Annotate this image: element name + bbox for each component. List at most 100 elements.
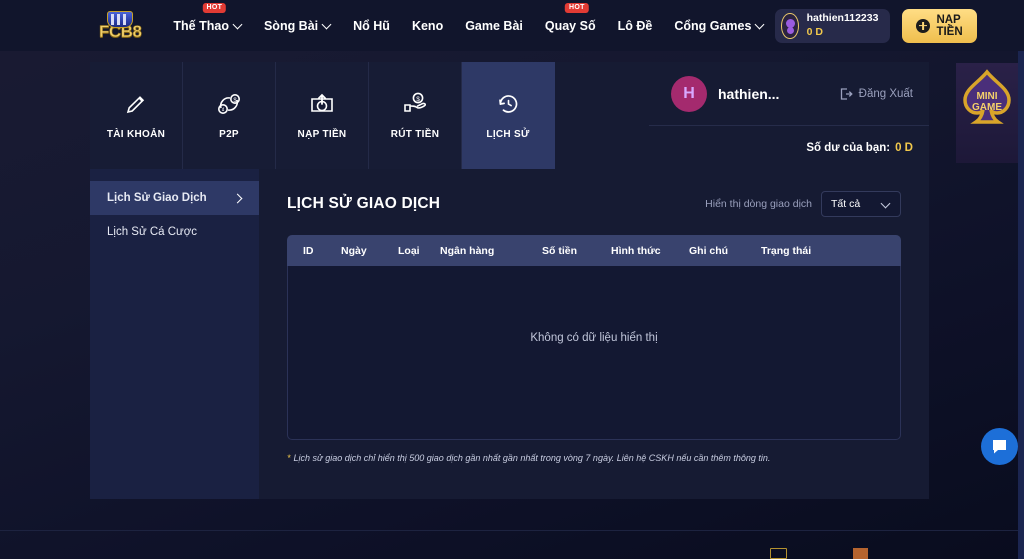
transaction-filter: Hiển thị dòng giao dịch Tất cả — [705, 191, 901, 217]
avatar: H — [671, 75, 707, 112]
column-header: Ngày — [341, 244, 367, 257]
footnote-marker: * — [287, 453, 291, 463]
chevron-down-icon — [234, 21, 242, 29]
chevron-right-icon — [234, 194, 242, 202]
account-identity-row: H hathien... Đăng Xuất — [649, 62, 929, 126]
tab-label: NẠP TIỀN — [297, 129, 347, 140]
content-header: LỊCH SỬ GIAO DỊCH Hiển thị dòng giao dịc… — [287, 189, 901, 219]
top-navigation-bar: FCB8 HOT Thế Thao Sòng Bài Nổ Hũ Keno Game Bà… — [0, 0, 1024, 51]
tab-label: TÀI KHOẢN — [106, 129, 166, 140]
account-panel: TÀI KHOẢN $ ₫ P2P NẠP TIỀN $ RÚT TIỀN LỊCH SỬ H… — [90, 62, 929, 499]
tab-pencil[interactable]: TÀI KHOẢN — [90, 62, 183, 169]
live-chat-button[interactable] — [981, 428, 1018, 465]
nav-item-label: Sòng Bài — [263, 18, 319, 33]
nav-item-label: Game Bài — [465, 18, 523, 33]
nav-item-0[interactable]: HOT Thế Thao — [162, 0, 253, 51]
account-summary-bar: H hathien... Đăng Xuất Số dư của bạn: 0 … — [649, 62, 929, 169]
right-edge-strip — [1018, 0, 1024, 559]
p2p-exchange-icon: $ ₫ — [215, 91, 243, 117]
history-sidebar: Lịch Sử Giao Dịch Lịch Sử Cá Cược — [90, 169, 259, 499]
site-logo[interactable]: FCB8 — [99, 6, 142, 46]
page-root: FCB8 HOT Thế Thao Sòng Bài Nổ Hũ Keno Game Bà… — [0, 0, 1024, 559]
nav-item-4[interactable]: Game Bài — [454, 0, 534, 51]
sidebar-item-label: Lịch Sử Giao Dịch — [107, 192, 207, 204]
panel-body: Lịch Sử Giao Dịch Lịch Sử Cá Cược LỊCH SỬ… — [90, 169, 929, 499]
column-header: Ghi chú — [689, 244, 729, 257]
tab-history-clock[interactable]: LỊCH SỬ — [462, 62, 555, 169]
footer-divider — [0, 530, 1024, 531]
select-value: Tất cả — [831, 198, 861, 210]
nav-item-label: Cổng Games — [674, 18, 752, 33]
column-header: Số tiền — [542, 244, 578, 257]
mini-game-widget[interactable]: MINI GAME — [956, 63, 1018, 163]
table-body: Không có dữ liệu hiển thị — [287, 266, 901, 440]
crest-icon — [107, 11, 134, 28]
tab-label: P2P — [219, 129, 239, 140]
table-footnote: * Lịch sử giao dịch chỉ hiển thị 500 gia… — [287, 453, 901, 463]
history-content: LỊCH SỬ GIAO DỊCH Hiển thị dòng giao dịc… — [259, 169, 929, 499]
tab-label: RÚT TIỀN — [390, 129, 440, 140]
nav-item-2[interactable]: Nổ Hũ — [342, 0, 401, 51]
logout-icon — [840, 87, 853, 100]
footnote-text: Lịch sử giao dịch chỉ hiển thị 500 giao … — [293, 453, 771, 463]
sidebar-item-0[interactable]: Lịch Sử Giao Dịch — [90, 181, 259, 215]
nav-item-label: Thế Thao — [173, 18, 229, 33]
deposit-button[interactable]: NẠP TIỀN — [902, 8, 977, 43]
withdraw-icon: $ — [401, 91, 429, 117]
footer-partner-icons — [770, 548, 890, 559]
nav-item-1[interactable]: Sòng Bài — [253, 0, 342, 51]
column-header: ID — [303, 244, 314, 257]
tab-deposit[interactable]: NẠP TIỀN — [276, 62, 369, 169]
transactions-table: ID Ngày Loại Ngân hàng Số tiền Hình thức Ghi c… — [287, 235, 901, 440]
empty-state-message: Không có dữ liệu hiển thị — [530, 332, 658, 344]
chevron-down-icon — [323, 21, 331, 29]
nav-links: HOT Thế Thao Sòng Bài Nổ Hũ Keno Game Bài HOT Q… — [162, 0, 775, 51]
tab-label: LỊCH SỬ — [486, 129, 530, 140]
nav-username: hathien112233 — [806, 12, 879, 25]
nav-item-label: Keno — [411, 18, 444, 33]
account-display-name: hathien... — [718, 85, 780, 102]
minigame-line2: GAME — [972, 102, 1002, 113]
user-avatar-icon — [781, 12, 799, 39]
balance-label: Số dư của bạn: — [806, 141, 891, 154]
logout-label: Đăng Xuất — [858, 87, 913, 100]
tab-withdraw[interactable]: $ RÚT TIỀN — [369, 62, 462, 169]
filter-label: Hiển thị dòng giao dịch — [705, 198, 812, 210]
nav-item-label: Lô Đề — [617, 18, 653, 33]
chevron-down-icon — [882, 200, 891, 209]
table-header-row: ID Ngày Loại Ngân hàng Số tiền Hình thức Ghi c… — [287, 235, 901, 266]
account-balance-row: Số dư của bạn: 0 D — [649, 126, 929, 169]
pencil-icon — [123, 91, 149, 117]
nav-item-label: Quay Số — [544, 18, 596, 33]
nav-item-6[interactable]: Lô Đề — [607, 0, 664, 51]
nav-item-label: Nổ Hũ — [353, 18, 390, 33]
spade-icon: MINI GAME — [963, 69, 1011, 124]
column-header: Loại — [398, 244, 420, 257]
minigame-line1: MINI — [976, 91, 997, 102]
tab-p2p-exchange[interactable]: $ ₫ P2P — [183, 62, 276, 169]
column-header: Trạng thái — [761, 244, 812, 257]
column-header: Ngân hàng — [440, 244, 495, 257]
nav-item-7[interactable]: Cổng Games — [663, 0, 775, 51]
nav-item-3[interactable]: Keno — [401, 0, 454, 51]
page-title: LỊCH SỬ GIAO DỊCH — [287, 195, 441, 212]
svg-text:₫: ₫ — [221, 108, 224, 114]
sidebar-item-label: Lịch Sử Cá Cược — [107, 226, 198, 238]
deposit-button-label: NẠP TIỀN — [936, 13, 963, 38]
chevron-down-icon — [756, 21, 764, 29]
logout-button[interactable]: Đăng Xuất — [839, 87, 913, 101]
user-account-chip[interactable]: hathien112233 0 D — [775, 8, 891, 43]
nav-balance: 0 D — [806, 25, 823, 38]
hot-badge: HOT — [565, 3, 589, 13]
sidebar-item-1[interactable]: Lịch Sử Cá Cược — [90, 215, 259, 249]
partner-icon-1 — [770, 548, 787, 559]
partner-icon-2 — [853, 548, 868, 559]
nav-item-5[interactable]: HOT Quay Số — [534, 0, 607, 51]
column-header: Hình thức — [611, 244, 661, 257]
plus-icon — [916, 18, 931, 33]
transaction-type-select[interactable]: Tất cả — [821, 191, 901, 217]
history-clock-icon — [494, 91, 522, 117]
balance-value: 0 D — [895, 141, 913, 154]
deposit-icon — [308, 91, 336, 117]
chat-bubble-icon — [993, 440, 1006, 454]
